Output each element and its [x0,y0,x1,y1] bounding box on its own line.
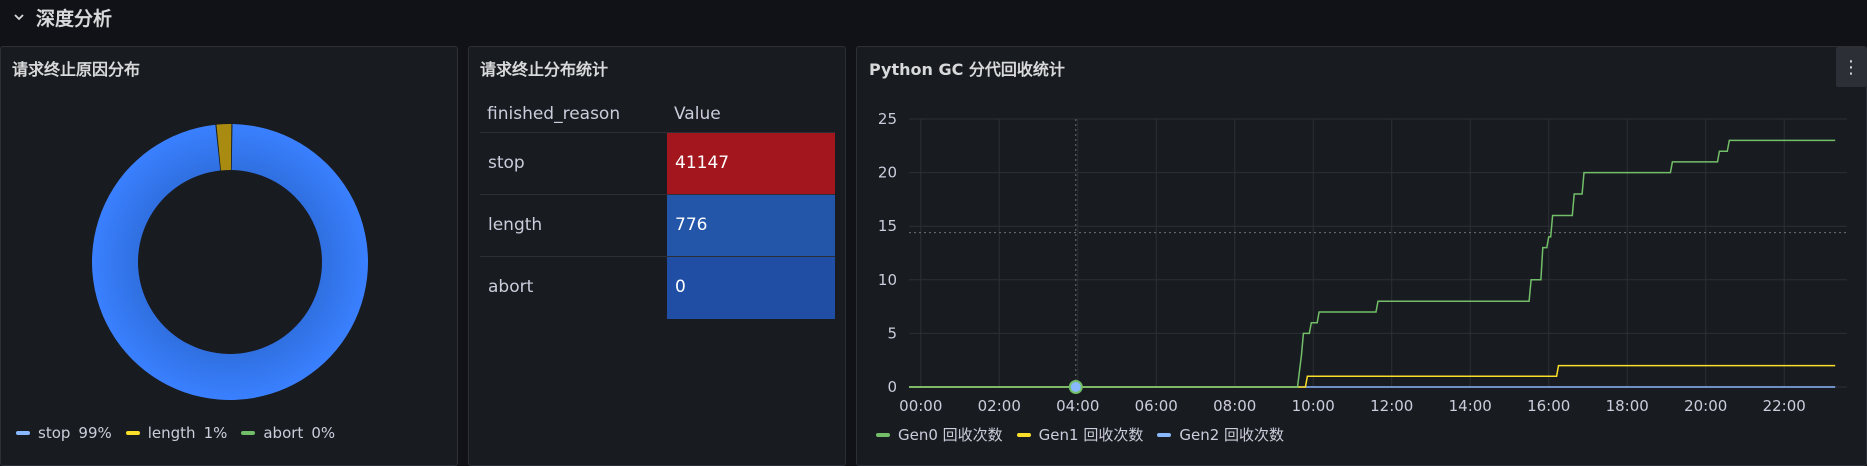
x-tick-label: 00:00 [899,397,942,415]
row-value: 41147 [675,153,730,173]
value-cell: 0 [667,257,835,319]
timeseries-chart[interactable]: 0 5 10 15 20 25 00:00 02:00 04:00 06:00 08:00 10:00… [857,47,1867,417]
y-tick-label: 15 [878,217,897,235]
row-value: 0 [675,277,686,297]
legend-label-gen1: Gen1 回收次数 [1038,426,1144,444]
x-tick-label: 08:00 [1213,397,1256,415]
x-tick-label: 04:00 [1056,397,1099,415]
table-row[interactable]: length 776 [480,194,835,257]
legend-swatch-gen2 [1157,432,1172,437]
legend-percent-abort: 0% [311,424,336,442]
legend-swatch-stop [16,431,30,435]
series-line-gen0[interactable] [909,139,1836,388]
legend-item-length[interactable]: length 1% [125,424,228,442]
y-tick-label: 5 [887,324,897,342]
row-value: 776 [675,215,708,235]
chevron-down-icon[interactable] [12,10,26,24]
row-title: 深度分析 [36,7,113,30]
x-tick-label: 16:00 [1527,397,1570,415]
panel-title[interactable]: 请求终止分布统计 [480,56,608,80]
chart-legend: Gen0 回收次数 Gen1 回收次数 Gen2 回收次数 [876,424,1298,445]
row-name: length [488,215,543,235]
legend-percent-length: 1% [203,424,228,442]
hover-point-marker[interactable] [1068,380,1083,394]
x-tick-label: 06:00 [1135,397,1178,415]
x-tick-label: 22:00 [1763,397,1806,415]
legend-item-stop[interactable]: stop 99% [16,424,112,442]
column-header-finished-reason[interactable]: finished_reason [487,104,620,124]
legend-label-gen2: Gen2 回收次数 [1179,426,1285,444]
legend-label-abort: abort [263,424,304,442]
y-tick-label: 10 [878,271,897,289]
series-line-gen1[interactable] [909,364,1836,388]
pie-panel: 请求终止原因分布 [0,46,458,466]
x-tick-label: 02:00 [978,397,1021,415]
legend-item-gen1[interactable]: Gen1 回收次数 [1016,424,1144,445]
pie-legend: stop 99% length 1% abort 0% [16,424,349,442]
legend-item-gen2[interactable]: Gen2 回收次数 [1157,424,1284,445]
value-cell: 41147 [667,133,835,195]
legend-label-stop: stop [38,424,71,442]
legend-percent-stop: 99% [78,424,112,442]
donut-chart[interactable] [1,77,458,447]
chart-panel: Python GC 分代回收统计 ⋮ 0 5 10 15 20 25 00:00 02:00 0… [856,46,1867,466]
y-tick-label: 0 [887,378,897,396]
legend-item-abort[interactable]: abort 0% [241,424,335,442]
row-name: abort [488,277,534,297]
x-tick-label: 10:00 [1292,397,1335,415]
legend-swatch-length [125,431,140,435]
value-cell: 776 [667,195,835,257]
row-name: stop [488,153,525,173]
table-row[interactable]: stop 41147 [480,132,835,195]
x-tick-label: 12:00 [1370,397,1413,415]
y-tick-label: 25 [878,110,897,128]
x-tick-label: 14:00 [1449,397,1492,415]
x-tick-label: 20:00 [1684,397,1727,415]
legend-item-gen0[interactable]: Gen0 回收次数 [876,424,1003,445]
legend-swatch-gen1 [1016,432,1031,437]
table-row[interactable]: abort 0 [480,256,835,319]
legend-label-length: length [147,424,196,442]
legend-swatch-gen0 [876,432,890,437]
row-header[interactable]: 深度分析 [0,0,1867,34]
legend-label-gen0: Gen0 回收次数 [898,426,1003,444]
y-tick-label: 20 [878,164,897,182]
x-tick-label: 18:00 [1606,397,1649,415]
legend-swatch-abort [241,431,256,435]
column-header-value[interactable]: Value [674,104,721,124]
